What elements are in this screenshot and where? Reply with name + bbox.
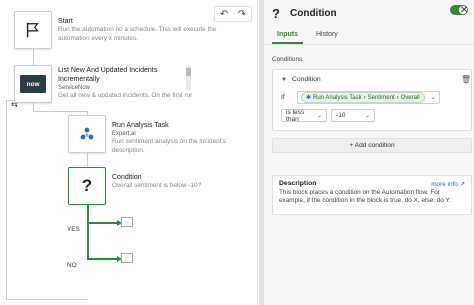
if-label: If <box>281 94 285 101</box>
add-condition-button[interactable]: + Add condition <box>272 138 472 153</box>
branch-line <box>87 205 89 259</box>
chevron-right-icon: › <box>396 94 399 101</box>
variable-pill[interactable]: ✱ Run Analysis Task › Sentiment › Overal… <box>301 92 425 103</box>
conditions-label: Conditions <box>272 56 303 63</box>
tab-inputs[interactable]: Inputs <box>272 28 303 44</box>
chevron-down-icon: ⌄ <box>316 113 322 119</box>
close-icon[interactable]: ✕ <box>460 5 468 16</box>
redo-icon[interactable]: ↷ <box>238 9 246 20</box>
step-description: Run sentiment analysis on the incident's… <box>112 138 226 154</box>
step-app-name: Expert.ai <box>112 131 136 137</box>
divider <box>264 44 474 45</box>
step-list-incidents[interactable]: now List New And Updated Incidents Incre… <box>14 65 192 103</box>
step-icon-box: now <box>14 65 52 103</box>
step-title: Run Analysis Task <box>112 122 169 129</box>
chevron-right-icon: › <box>363 94 366 101</box>
undo-redo-toolbar: ↶ ↷ <box>214 6 252 22</box>
condition-header-label: Condition <box>291 76 321 83</box>
chevron-down-icon[interactable]: ⌄ <box>431 94 436 101</box>
empty-step-placeholder[interactable] <box>121 253 133 263</box>
expertai-icon <box>80 127 94 140</box>
pill-part: Overall <box>400 94 420 101</box>
step-title: Condition <box>112 174 142 181</box>
branch-line <box>87 222 119 224</box>
step-app-name: ServiceNow <box>58 85 91 91</box>
step-title: List New And Updated Incidents Increment… <box>58 67 158 83</box>
step-icon-box: ? <box>68 167 106 205</box>
step-description: Run the automation no a schedule. This w… <box>58 26 217 42</box>
trash-icon[interactable]: 🗑 <box>461 75 471 84</box>
step-icon-box <box>68 115 106 153</box>
step-description: Overall sentiment is below -10? <box>112 182 202 189</box>
description-text: This block places a condition on the Aut… <box>279 189 451 205</box>
step-condition[interactable]: ? Condition Overall sentiment is below -… <box>68 167 232 205</box>
connector <box>6 299 88 300</box>
automation-canvas: ↶ ↷ ⇆ Start Run the automation no a sche… <box>0 0 258 305</box>
servicenow-logo: now <box>20 75 46 93</box>
properties-panel: ? Condition ✕ Inputs History Conditions … <box>259 0 474 305</box>
operator-select[interactable]: is less than ⌄ <box>281 108 327 123</box>
pill-part: Run Analysis Task <box>313 94 362 101</box>
pill-part: Sentiment <box>367 94 395 101</box>
chevron-down-icon[interactable]: ▼ <box>281 77 287 83</box>
panel-tabs: Inputs History <box>272 28 343 44</box>
condition-card: ▼ Condition 🗑 If ✱ Run Analysis Task › S… <box>272 69 472 131</box>
connector <box>33 49 34 65</box>
condition-field-input[interactable]: ✱ Run Analysis Task › Sentiment › Overal… <box>297 91 440 104</box>
connector <box>87 153 88 167</box>
step-icon-box <box>14 11 52 49</box>
flag-icon <box>26 22 39 38</box>
step-description: Get all new & updated incidents. On the … <box>58 92 192 99</box>
panel-header: ? Condition <box>264 0 474 26</box>
scrollbar[interactable] <box>186 66 191 90</box>
step-start[interactable]: Start Run the automation no a schedule. … <box>14 11 218 49</box>
question-icon: ? <box>272 5 280 21</box>
external-link-icon: ↗ <box>459 181 465 188</box>
step-title: Start <box>58 18 73 25</box>
value-text: -10 <box>336 112 346 119</box>
condition-header[interactable]: ▼ Condition <box>281 76 321 83</box>
operator-value: is less than <box>286 108 305 123</box>
more-info-link[interactable]: more info ↗ <box>431 180 465 188</box>
empty-step-placeholder[interactable] <box>121 217 133 227</box>
step-run-analysis[interactable]: Run Analysis Task Expert.ai Run sentimen… <box>68 115 242 155</box>
value-input[interactable]: -10 ⌄ <box>331 109 375 122</box>
chevron-down-icon: ⌄ <box>364 113 370 119</box>
undo-icon[interactable]: ↶ <box>220 9 228 20</box>
branch-label-yes: YES <box>67 226 80 233</box>
expertai-icon: ✱ <box>306 95 312 101</box>
branch-line <box>87 258 119 260</box>
more-info-label: more info <box>431 181 458 188</box>
description-card: Description more info ↗ This block place… <box>272 175 472 215</box>
tab-history[interactable]: History <box>311 28 343 44</box>
connector <box>33 111 87 112</box>
branch-label-no: NO <box>67 262 77 269</box>
question-icon: ? <box>81 176 93 195</box>
connector <box>6 100 7 300</box>
panel-title: Condition <box>290 7 337 19</box>
